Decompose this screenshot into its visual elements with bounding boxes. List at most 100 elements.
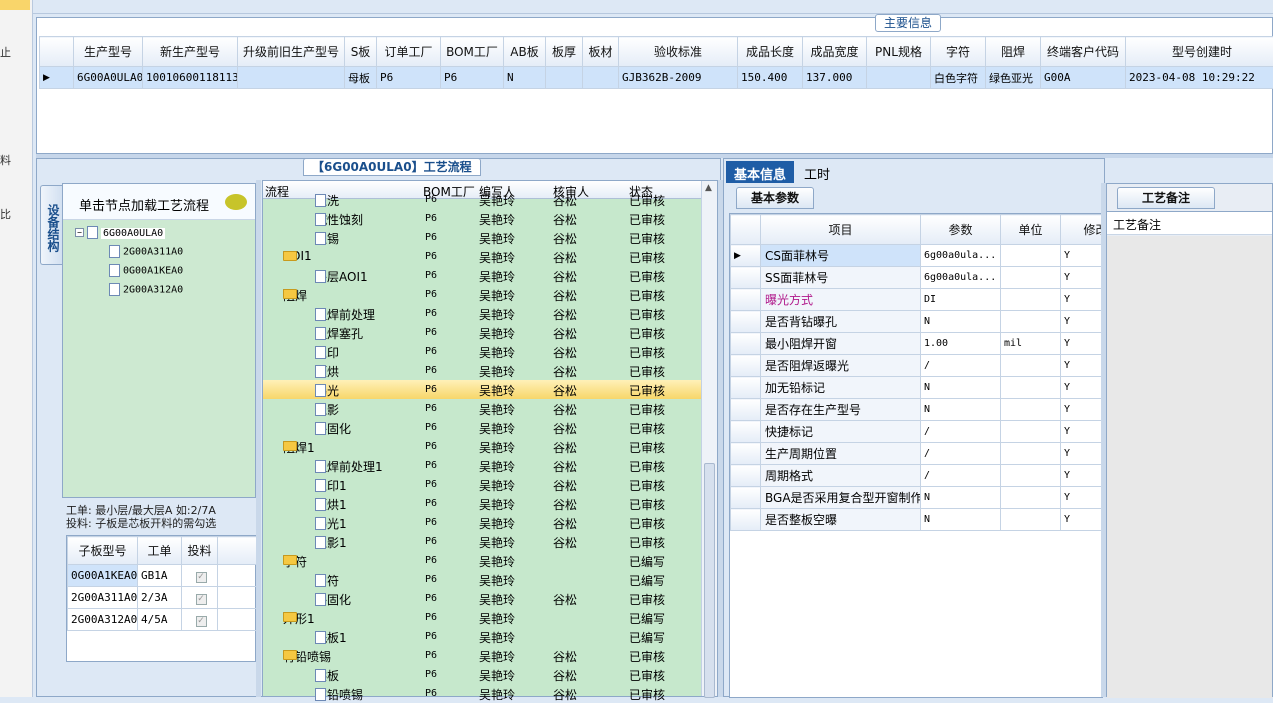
flow-writer[interactable]: 吴艳玲 [479,249,515,266]
param-row[interactable]: 周期格式/Y [731,465,1104,487]
flow-row[interactable]: −AOI1P6吴艳玲谷松已审核 [263,247,703,266]
col-header[interactable]: 板材 [583,37,619,67]
flow-bom[interactable]: P6 [425,688,437,699]
col-header[interactable]: 成品长度 [738,37,803,67]
tree-child-node[interactable]: 2G00A312A0 [109,283,183,296]
col-header[interactable]: 成品宽度 [803,37,867,67]
flow-status[interactable]: 已审核 [629,496,665,513]
vertical-scrollbar[interactable]: ▲ [701,181,717,696]
flow-bom[interactable]: P6 [425,289,437,300]
cell-bom-factory[interactable]: P6 [441,67,504,89]
table-row[interactable]: ▶ 6G00A0ULA0 10010600118113 母板 P6 P6 N G… [40,67,1273,89]
flow-status[interactable]: 已编写 [629,572,665,589]
flow-step[interactable]: 阻焊前处理 [315,306,375,323]
cell-sub-order[interactable]: GB1A [138,565,182,587]
flow-writer[interactable]: 吴艳玲 [479,401,515,418]
flow-reviewer[interactable]: 谷松 [553,401,577,418]
flow-reviewer[interactable]: 谷松 [553,458,577,475]
flow-step[interactable]: 外层AOI1 [315,268,368,285]
tree-child-node[interactable]: 0G00A1KEA0 [109,264,183,277]
param-modify[interactable]: Y [1061,509,1104,531]
cell-new-model[interactable]: 10010600118113 [143,67,238,89]
flow-reviewer[interactable]: 谷松 [553,268,577,285]
flow-writer[interactable]: 吴艳玲 [479,306,515,323]
cell-width[interactable]: 137.000 [803,67,867,89]
flow-status[interactable]: 已审核 [629,268,665,285]
tree-node-label[interactable]: 2G00A312A0 [123,285,183,296]
param-unit[interactable] [1001,311,1061,333]
side-tab-equipment-structure[interactable]: 设备结构 [40,185,62,265]
col-header[interactable]: 升级前旧生产型号 [238,37,345,67]
param-row[interactable]: 是否背钻曝孔NY [731,311,1104,333]
col-header[interactable]: 订单工厂 [377,37,441,67]
flow-row[interactable]: 显影P6吴艳玲谷松已审核 [263,399,703,418]
param-item[interactable]: BGA是否采用复合型开窗制作 [761,487,921,509]
flow-step[interactable]: 有铅喷锡 [315,686,363,703]
flow-step[interactable]: 预烘 [315,363,339,380]
param-value[interactable]: N [921,311,1001,333]
flow-writer[interactable]: 吴艳玲 [479,648,515,665]
param-item[interactable]: 是否整板空曝 [761,509,921,531]
flow-bom[interactable]: P6 [425,555,437,566]
left-nav-selected-marker[interactable] [0,0,30,10]
flow-bom[interactable]: P6 [425,460,437,471]
flow-step[interactable]: 阻焊塞孔 [315,325,363,342]
flow-step[interactable]: 铣板1 [315,629,347,646]
flow-reviewer[interactable]: 谷松 [553,192,577,209]
flow-status[interactable]: 已审核 [629,363,665,380]
param-unit[interactable] [1001,465,1061,487]
col-header[interactable]: 型号创建时 [1126,37,1273,67]
param-row[interactable]: 是否存在生产型号NY [731,399,1104,421]
flow-writer[interactable]: 吴艳玲 [479,268,515,285]
row-indicator[interactable] [731,443,761,465]
flow-row[interactable]: 预烘P6吴艳玲谷松已审核 [263,361,703,380]
flow-status[interactable]: 已审核 [629,306,665,323]
flow-bom[interactable]: P6 [425,441,437,452]
row-indicator[interactable] [731,311,761,333]
param-value[interactable]: 1.00 [921,333,1001,355]
flow-row[interactable]: −阻焊P6吴艳玲谷松已审核 [263,285,703,304]
flow-writer[interactable]: 吴艳玲 [479,211,515,228]
flow-step[interactable]: 阻焊前处理1 [315,458,383,475]
flow-bom[interactable]: P6 [425,479,437,490]
param-value[interactable]: 6g00a0ula... [921,267,1001,289]
param-row[interactable]: 曝光方式DIY [731,289,1104,311]
param-item[interactable]: 是否阻焊返曝光 [761,355,921,377]
flow-status[interactable]: 已审核 [629,249,665,266]
param-item[interactable]: CS面菲林号 [761,245,921,267]
cell-order-factory[interactable]: P6 [377,67,441,89]
flow-writer[interactable]: 吴艳玲 [479,477,515,494]
param-row[interactable]: SS面菲林号6g00a0ula...Y [731,267,1104,289]
param-modify[interactable]: Y [1061,355,1104,377]
table-row[interactable]: 2G00A311A0 2/3A ✓ [68,587,258,609]
tab-basic-info[interactable]: 基本信息 [726,161,794,183]
cell-customer[interactable]: G00A [1041,67,1126,89]
cell-s-board[interactable]: 母板 [345,67,377,89]
param-modify[interactable]: Y [1061,421,1104,443]
cell-length[interactable]: 150.400 [738,67,803,89]
cell-ab-board[interactable]: N [504,67,546,89]
col-header[interactable]: 单位 [1001,215,1061,245]
flow-row[interactable]: 终固化P6吴艳玲谷松已审核 [263,418,703,437]
speech-bubble-icon[interactable] [225,194,247,210]
param-value[interactable]: N [921,487,1001,509]
flow-status[interactable]: 已审核 [629,287,665,304]
flow-bom[interactable]: P6 [425,536,437,547]
flow-row[interactable]: 退洗P6吴艳玲谷松已审核 [263,190,703,209]
flow-bom[interactable]: P6 [425,669,437,680]
param-item[interactable]: 加无铅标记 [761,377,921,399]
param-row[interactable]: 快捷标记/Y [731,421,1104,443]
param-unit[interactable] [1001,487,1061,509]
flow-status[interactable]: 已审核 [629,230,665,247]
flow-status[interactable]: 已审核 [629,686,665,703]
flow-row[interactable]: 曝光1P6吴艳玲谷松已审核 [263,513,703,532]
flow-bom[interactable]: P6 [425,517,437,528]
col-header[interactable]: 新生产型号 [143,37,238,67]
flow-bom[interactable]: P6 [425,194,437,205]
param-value[interactable]: / [921,443,1001,465]
flow-row[interactable]: 丝印1P6吴艳玲谷松已审核 [263,475,703,494]
flow-row[interactable]: 阻焊前处理1P6吴艳玲谷松已审核 [263,456,703,475]
col-header[interactable]: 子板型号 [68,537,138,565]
flow-bom[interactable]: P6 [425,232,437,243]
param-unit[interactable] [1001,443,1061,465]
